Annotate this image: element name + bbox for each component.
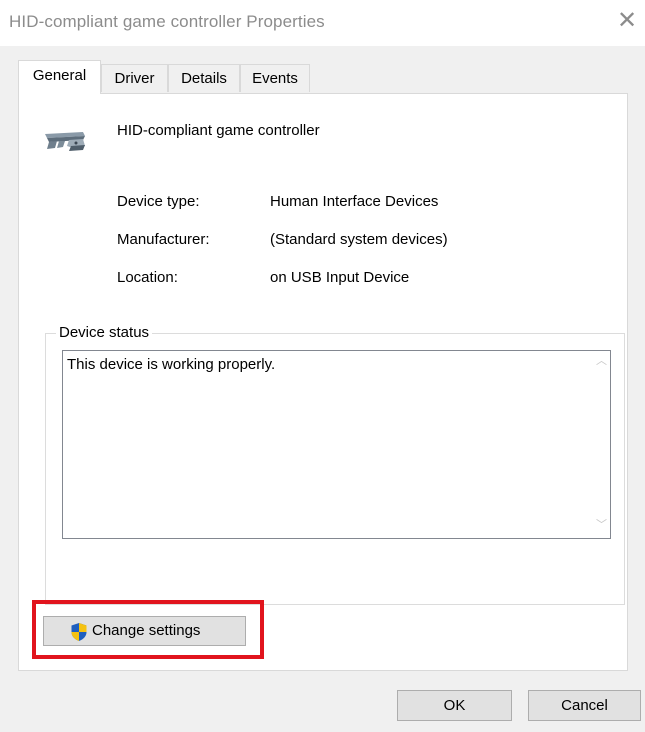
title-bar: HID-compliant game controller Properties… [0,0,645,46]
device-type-value: Human Interface Devices [270,193,439,210]
manufacturer-value: (Standard system devices) [270,231,448,248]
cancel-button[interactable]: Cancel [528,690,641,721]
device-type-label: Device type: [117,193,200,210]
close-icon: ✕ [616,7,638,34]
tab-details[interactable]: Details [168,64,240,92]
manufacturer-label: Manufacturer: [117,231,210,248]
location-label: Location: [117,269,178,286]
device-status-text: This device is working properly. [67,356,276,373]
properties-dialog: HID-compliant game controller Properties… [0,0,645,732]
ok-button[interactable]: OK [397,690,512,721]
tab-events[interactable]: Events [240,64,310,92]
device-status-group: Device status This device is working pro… [45,324,625,605]
scroll-down-icon[interactable]: ﹀ [593,517,610,534]
game-controller-icon [45,132,85,151]
uac-shield-icon [71,623,87,641]
scroll-up-icon[interactable]: ︿ [593,353,610,370]
location-value: on USB Input Device [270,269,410,286]
tab-driver[interactable]: Driver [101,64,168,92]
status-scrollbar[interactable]: ︿ ﹀ [593,351,610,538]
close-button[interactable]: ✕ [612,6,642,36]
tab-general[interactable]: General [18,60,101,94]
device-status-textbox[interactable]: This device is working properly. ︿ ﹀ [62,350,611,539]
window-title: HID-compliant game controller Properties [9,12,325,31]
change-settings-label: Change settings [92,622,201,639]
device-name: HID-compliant game controller [117,122,320,139]
device-status-legend: Device status [56,324,153,341]
change-settings-button[interactable]: Change settings [43,616,246,646]
general-tab-panel: HID-compliant game controller Device typ… [18,93,628,671]
